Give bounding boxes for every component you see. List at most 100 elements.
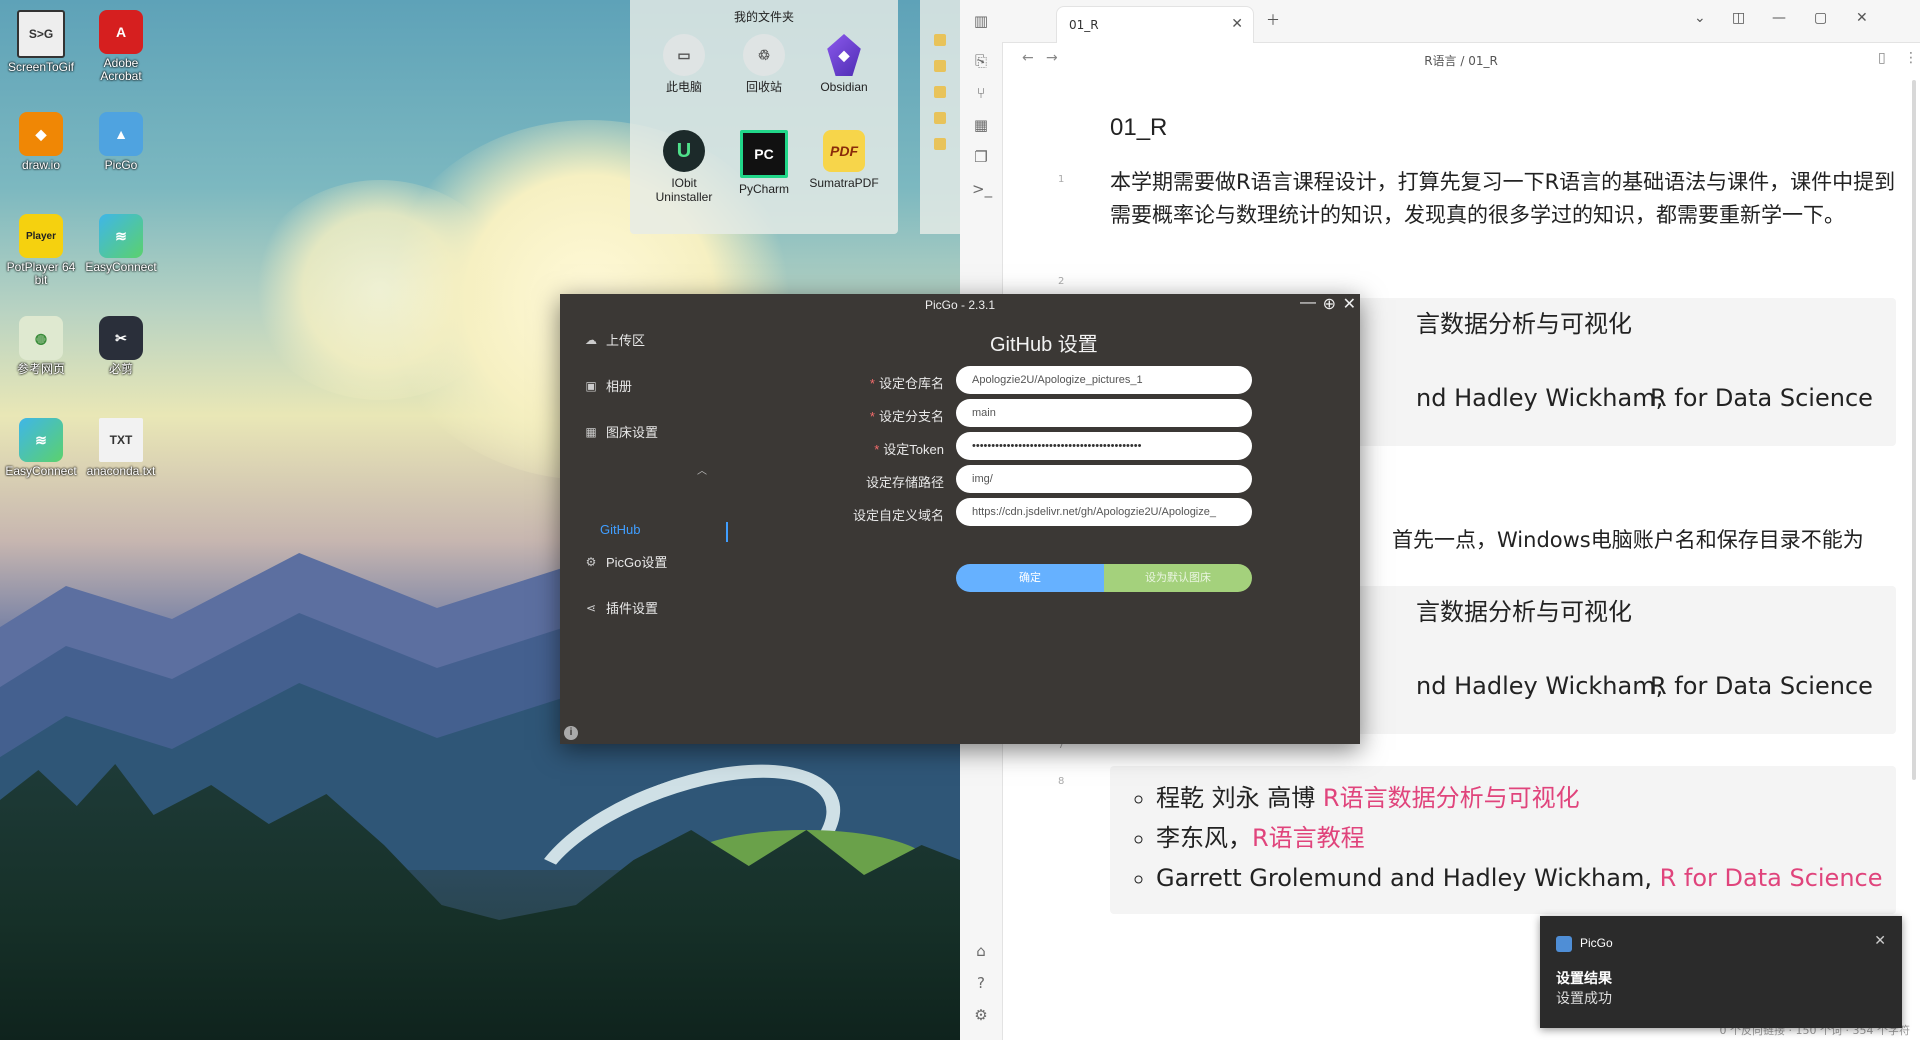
folder-item-sumatrapdf[interactable]: PDF SumatraPDF [804, 130, 884, 190]
close-window-icon[interactable]: ✕ [1856, 10, 1868, 26]
reference-link[interactable]: R语言教程 [1252, 824, 1365, 852]
calendar-icon[interactable]: ▦ [972, 116, 990, 134]
repo-input[interactable]: Apologzie2U/Apologize_pictures_1 [956, 366, 1252, 394]
domain-input[interactable]: https://cdn.jsdelivr.net/gh/Apologzie2U/… [956, 498, 1252, 526]
screentogif-icon: S>G [17, 10, 65, 58]
easyconnect-icon: ≋ [99, 214, 143, 258]
split-view-icon[interactable]: ◫ [1732, 10, 1745, 26]
branch-input[interactable]: main [956, 399, 1252, 427]
easyconnect-icon: ≋ [19, 418, 63, 462]
sidebar-item-picgo-settings[interactable]: ⚙ PicGo设置 [584, 552, 668, 571]
maximize-icon[interactable]: ▢ [1814, 10, 1827, 26]
minimize-icon[interactable]: — [1772, 10, 1786, 26]
obsidian-icon: ◆ [827, 34, 861, 76]
terminal-icon[interactable]: >_ [972, 180, 992, 198]
bijian-icon: ✂ [99, 316, 143, 360]
token-input[interactable]: ••••••••••••••••••••••••••••••••••••••••… [956, 432, 1252, 460]
required-mark: * [869, 409, 875, 424]
desktop-icon-anaconda-txt[interactable]: TXT anaconda.txt [82, 418, 160, 478]
callout-text: nd Hadley Wickham, [1416, 384, 1664, 412]
tab-close-icon[interactable]: ✕ [1231, 16, 1243, 32]
picgo-icon [1556, 936, 1572, 952]
folder-popup-title: 我的文件夹 [733, 10, 794, 24]
callout-link[interactable]: 言数据分析与可视化 [1416, 592, 1632, 627]
folder-item-iobit[interactable]: U IObit Uninstaller [644, 130, 724, 204]
reading-view-icon[interactable]: ▯ [1878, 50, 1886, 66]
folder-item-obsidian[interactable]: ◆ Obsidian [804, 34, 884, 94]
folder-item-this-pc[interactable]: ▭ 此电脑 [644, 34, 724, 94]
callout-link[interactable]: R for Data Science [1650, 672, 1873, 700]
path-label: 设定存储路径 [865, 475, 944, 490]
picgo-icon: ▲ [99, 112, 143, 156]
desktop-icon-potplayer[interactable]: Player PotPlayer 64 bit [2, 214, 80, 287]
path-input[interactable]: img/ [956, 465, 1252, 493]
desktop-icon-web-shortcut[interactable]: ◍ 参考网页 [2, 316, 80, 376]
reference-link[interactable]: R for Data Science [1660, 864, 1883, 892]
tab-bar: 01_R ✕ ＋ ⌄ ◫ — ▢ ✕ [1002, 0, 1920, 43]
info-icon[interactable]: i [564, 726, 578, 740]
list-item: 李东风，R语言教程 [1156, 818, 1896, 858]
graph-view-icon[interactable]: ⑂ [972, 84, 990, 102]
form-row-repo: * 设定仓库名 Apologzie2U/Apologize_pictures_1 [560, 366, 1360, 396]
txt-file-icon: TXT [99, 418, 143, 462]
form-row-domain: 设定自定义域名 https://cdn.jsdelivr.net/gh/Apol… [560, 498, 1360, 528]
share-icon: ⋖ [585, 600, 597, 615]
desktop-icon-easyconnect-2[interactable]: ≋ EasyConnect [2, 418, 80, 478]
toast-app-name: PicGo [1580, 936, 1613, 950]
required-mark: * [869, 376, 875, 391]
toast-title: 设置结果 [1556, 970, 1612, 986]
set-default-button[interactable]: 设为默认图床 [1104, 564, 1252, 592]
note-title: 01_R [1110, 114, 1168, 141]
desktop-icon-easyconnect[interactable]: ≋ EasyConnect [82, 214, 160, 274]
minimize-icon[interactable]: — [1300, 294, 1316, 312]
sidebar-toggle-icon[interactable]: ▥ [972, 12, 990, 30]
gear-icon: ⚙ [585, 554, 597, 569]
note-nav-bar: ← → R语言 / 01_R ▯ ⋮ [1002, 42, 1920, 76]
new-tab-icon[interactable]: ＋ [1266, 10, 1280, 30]
desktop-icon-drawio[interactable]: ◆ draw.io [2, 112, 80, 172]
folder-item-pycharm[interactable]: PC PyCharm [724, 130, 804, 196]
confirm-button[interactable]: 确定 [956, 564, 1104, 592]
sidebar-item-plugin-settings[interactable]: ⋖ 插件设置 [584, 598, 658, 617]
line-number: 8 [1058, 776, 1065, 787]
callout-link[interactable]: 言数据分析与可视化 [1416, 304, 1632, 339]
folder-popup-partial [920, 0, 960, 234]
branch-label: 设定分支名 [878, 409, 944, 424]
pin-icon[interactable]: ⊕ [1323, 294, 1336, 314]
more-options-icon[interactable]: ⋮ [1904, 50, 1918, 66]
help-icon[interactable]: ? [972, 974, 990, 992]
sidebar-item-upload[interactable]: ☁ 上传区 [584, 330, 645, 349]
close-icon[interactable]: ✕ [1343, 294, 1356, 314]
repo-label: 设定仓库名 [878, 376, 944, 391]
sumatrapdf-icon: PDF [823, 130, 865, 172]
editor-scrollbar[interactable] [1912, 80, 1916, 780]
toast-body: 设置成功 [1556, 990, 1612, 1006]
required-mark: * [874, 442, 880, 457]
picgo-window-title: PicGo - 2.3.1 [924, 298, 996, 312]
reference-link[interactable]: R语言数据分析与可视化 [1323, 784, 1580, 812]
line-number: 1 [1058, 174, 1065, 185]
settings-gear-icon[interactable]: ⚙ [972, 1006, 990, 1024]
callout-link[interactable]: R for Data Science [1650, 384, 1873, 412]
folder-item-recycle-bin[interactable]: ♲ 回收站 [724, 34, 804, 94]
new-note-icon[interactable]: ⎘ [972, 52, 990, 70]
cloud-upload-icon: ☁ [585, 332, 597, 347]
form-row-token: * 设定Token •••••••••••••••••••••••••••••••… [560, 432, 1360, 462]
web-shortcut-icon: ◍ [19, 316, 63, 360]
desktop-icon-bijian[interactable]: ✂ 必剪 [82, 316, 160, 376]
copy-icon[interactable]: ❐ [972, 148, 990, 166]
reference-callout-3: 程乾 刘永 高博 R语言数据分析与可视化 李东风，R语言教程 Garrett G… [1110, 766, 1896, 914]
list-item: 程乾 刘永 高博 R语言数据分析与可视化 [1156, 778, 1896, 818]
notification-toast[interactable]: PicGo ✕ 设置结果 设置成功 [1540, 916, 1902, 1028]
tab-01-r[interactable]: 01_R ✕ [1056, 6, 1254, 43]
close-icon[interactable]: ✕ [1874, 932, 1886, 949]
desktop-icon-screentogif[interactable]: S>G ScreenToGif [2, 10, 80, 74]
tab-title: 01_R [1069, 18, 1099, 32]
tab-list-chevron-icon[interactable]: ⌄ [1694, 10, 1706, 26]
breadcrumb: R语言 / 01_R [1424, 54, 1498, 68]
desktop-icon-acrobat[interactable]: A Adobe Acrobat [82, 10, 160, 83]
line-number: 2 [1058, 276, 1065, 287]
desktop-icon-picgo[interactable]: ▲ PicGo [82, 112, 160, 172]
vault-icon[interactable]: ⌂ [972, 942, 990, 960]
recycle-bin-icon: ♲ [743, 34, 785, 76]
